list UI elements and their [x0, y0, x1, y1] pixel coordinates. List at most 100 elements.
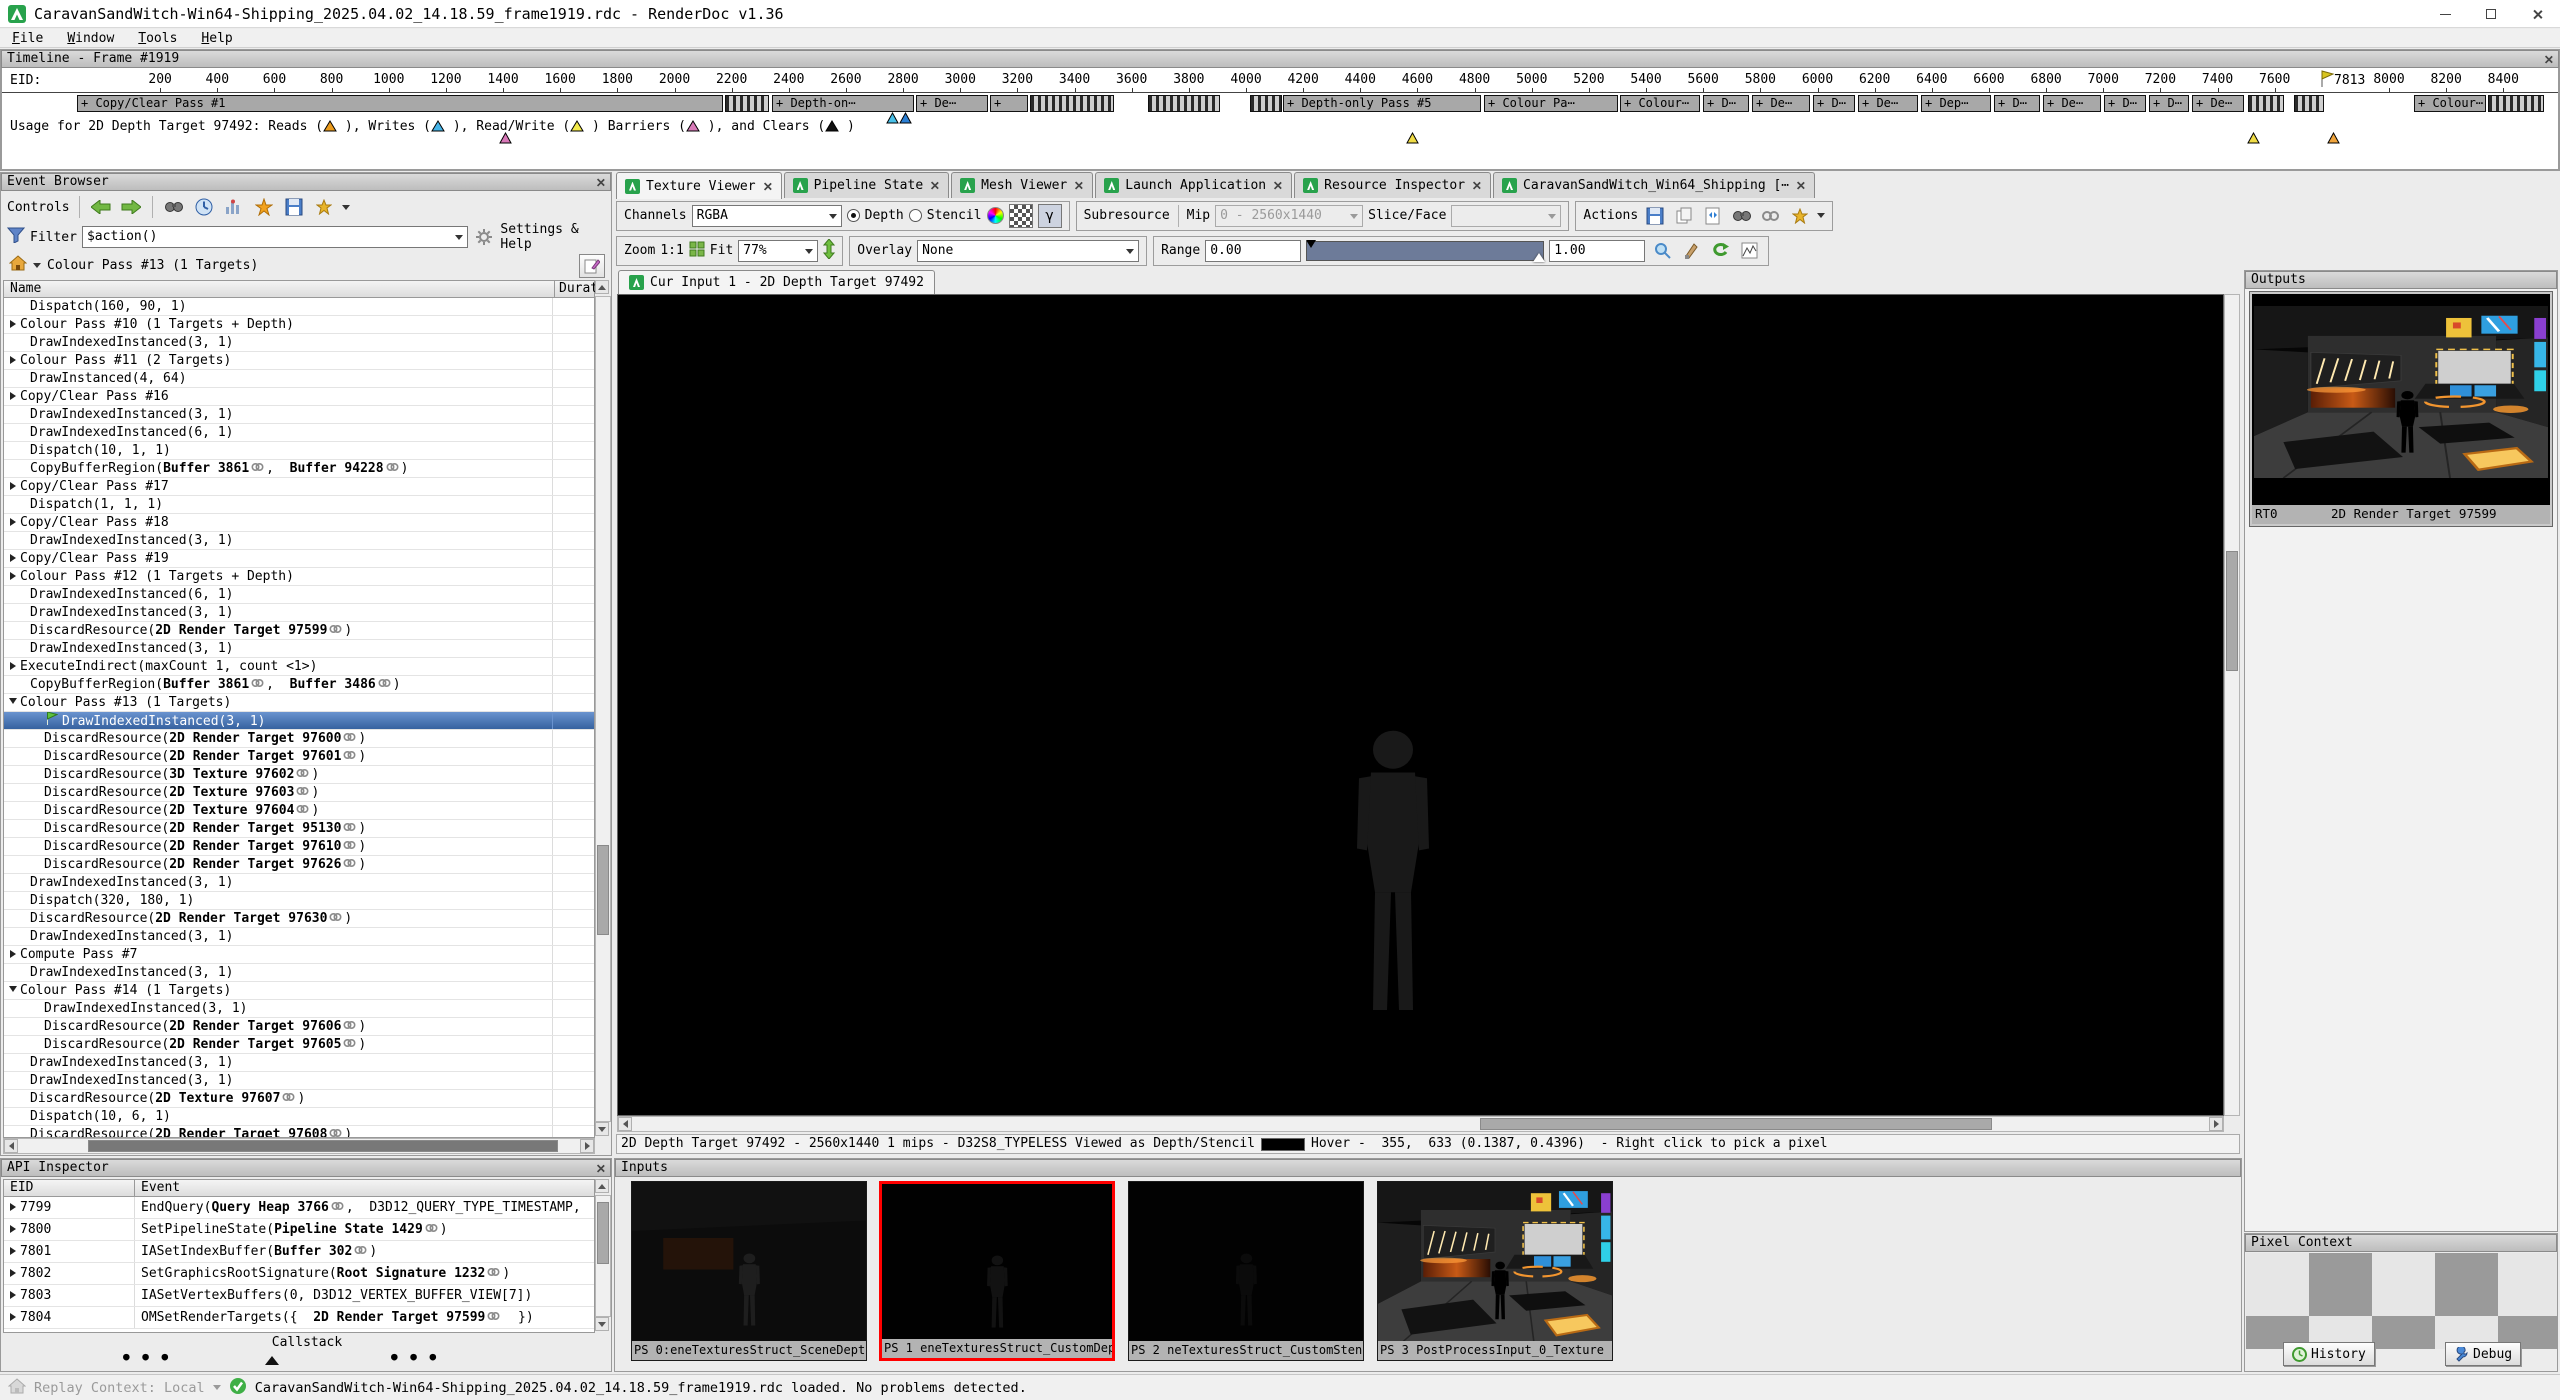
timeline-pass-block[interactable]: + D⋯ — [1813, 95, 1855, 112]
overlay-select[interactable]: None — [917, 240, 1139, 262]
tab-close-icon[interactable] — [762, 181, 771, 190]
event-row[interactable]: DiscardResource(2D Texture 97603) — [4, 784, 594, 802]
breadcrumb[interactable]: Colour Pass #13 (1 Targets) — [47, 258, 258, 273]
timeline-pass-block[interactable]: + D⋯ — [2104, 95, 2146, 112]
home-icon[interactable] — [9, 255, 27, 275]
resource-link[interactable]: 2D Render Target 97630 — [155, 911, 327, 926]
event-row[interactable]: DrawIndexedInstanced(3, 1) — [4, 874, 594, 892]
link-resource-icon[interactable] — [1759, 204, 1783, 228]
settings-help-link[interactable]: Settings & Help — [500, 222, 611, 252]
api-scroll-down-icon[interactable] — [595, 1317, 609, 1331]
timeline-pass-block[interactable]: + Colour⋯ — [2414, 95, 2486, 112]
event-row[interactable]: DrawIndexedInstanced(3, 1) — [4, 532, 594, 550]
close-button[interactable] — [2514, 0, 2560, 28]
event-row[interactable]: DiscardResource(2D Render Target 97605) — [4, 1036, 594, 1054]
zoom-1to1-button[interactable]: 1:1 — [660, 243, 683, 258]
bookmark-button[interactable] — [252, 195, 276, 219]
expand-right-icon[interactable] — [10, 1225, 16, 1233]
timeline-pass-block[interactable]: + — [990, 95, 1028, 112]
timeline-usage-marker[interactable] — [1406, 132, 1419, 144]
timeline-pass-block[interactable]: + Colour⋯ — [1620, 95, 1700, 112]
api-table-header[interactable]: EID Event — [3, 1179, 595, 1197]
event-row[interactable]: DrawIndexedInstanced(3, 1) — [4, 640, 594, 658]
fit-grid-icon[interactable] — [689, 241, 705, 261]
input-thumbnail-customdepth[interactable]: PS 1 eneTexturesStruct_CustomDepthTextur — [879, 1181, 1115, 1361]
menu-file[interactable]: File — [0, 29, 55, 48]
event-row[interactable]: DiscardResource(3D Texture 97602) — [4, 766, 594, 784]
menu-window[interactable]: Window — [55, 29, 126, 48]
expand-down-icon[interactable] — [9, 986, 17, 992]
breadcrumb-chevron-icon[interactable] — [33, 263, 41, 268]
expand-right-icon[interactable] — [10, 662, 16, 670]
timeline-event-stripes[interactable] — [1148, 95, 1220, 112]
resource-link[interactable]: 2D Render Target 97608 — [155, 1127, 327, 1138]
resource-link[interactable]: 2D Texture 97604 — [169, 803, 294, 818]
tab-close-icon[interactable] — [930, 181, 939, 190]
event-row[interactable]: DiscardResource(2D Render Target 97606) — [4, 1018, 594, 1036]
event-row[interactable]: DrawIndexedInstanced(3, 1) — [4, 1000, 594, 1018]
event-row[interactable]: DiscardResource(2D Render Target 97601) — [4, 748, 594, 766]
texture-scroll-right-icon[interactable] — [2209, 1117, 2223, 1131]
timeline-event-stripes[interactable] — [1030, 95, 1114, 112]
copy-texture-button[interactable] — [1672, 204, 1696, 228]
event-row[interactable]: Colour Pass #12 (1 Targets + Depth) — [4, 568, 594, 586]
resource-link[interactable]: Buffer 302 — [274, 1244, 352, 1259]
expand-right-icon[interactable] — [10, 1291, 16, 1299]
event-row[interactable]: DrawIndexedInstanced(6, 1) — [4, 424, 594, 442]
event-row[interactable]: Dispatch(10, 1, 1) — [4, 442, 594, 460]
timeline-event-stripes[interactable] — [725, 95, 769, 112]
scroll-right-icon[interactable] — [580, 1139, 594, 1153]
resource-link[interactable]: Buffer 3861 — [163, 677, 249, 692]
tab-texture-viewer[interactable]: Texture Viewer — [616, 172, 782, 199]
scroll-left-icon[interactable] — [4, 1139, 18, 1153]
splitter-dots[interactable]: ● ● ● — [391, 1350, 439, 1363]
menu-tools[interactable]: Tools — [126, 29, 189, 48]
input-thumbnail-scene[interactable]: PS 3 PostProcessInput_0_Texture — [1377, 1181, 1613, 1361]
event-row[interactable]: Colour Pass #10 (1 Targets + Depth) — [4, 316, 594, 334]
pixel-history-button[interactable]: History — [2283, 1342, 2375, 1366]
resource-link[interactable]: 2D Texture 97607 — [155, 1091, 280, 1106]
save-events-button[interactable] — [282, 195, 306, 219]
tab-resource-inspector[interactable]: Resource Inspector — [1294, 172, 1491, 198]
edit-breadcrumb-button[interactable] — [579, 254, 605, 278]
fit-button[interactable]: Fit — [710, 243, 733, 258]
timeline-pass-block[interactable]: + De⋯ — [1752, 95, 1810, 112]
expand-right-icon[interactable] — [10, 518, 16, 526]
timeline-pass-block[interactable]: + D⋯ — [2149, 95, 2189, 112]
api-call-row[interactable]: 7799EndQuery(Query Heap 3766, D3D12_QUER… — [4, 1197, 594, 1219]
tab-launch-application[interactable]: Launch Application — [1095, 172, 1292, 198]
goto-location-button[interactable] — [1730, 204, 1754, 228]
event-row[interactable]: Dispatch(320, 180, 1) — [4, 892, 594, 910]
event-row[interactable]: Copy/Clear Pass #19 — [4, 550, 594, 568]
texture-subtab[interactable]: Cur Input 1 - 2D Depth Target 97492 — [618, 270, 935, 294]
timeline-pass-block[interactable]: + De⋯ — [1858, 95, 1918, 112]
eid-ruler[interactable]: 2004006008001000120014001600180020002200… — [2, 70, 2558, 92]
tab-close-icon[interactable] — [1074, 181, 1083, 190]
expand-right-icon[interactable] — [10, 1247, 16, 1255]
resource-link[interactable]: 2D Render Target 95130 — [169, 821, 341, 836]
event-row[interactable]: CopyBufferRegion(Buffer 3861, Buffer 348… — [4, 676, 594, 694]
range-max-input[interactable]: 1.00 — [1549, 240, 1645, 262]
event-row[interactable]: DiscardResource(2D Render Target 97630) — [4, 910, 594, 928]
column-name[interactable]: Name — [4, 281, 41, 296]
background-checkerboard-button[interactable] — [1009, 204, 1033, 228]
minimize-button[interactable] — [2422, 0, 2468, 28]
stencil-radio-label[interactable]: Stencil — [927, 208, 982, 223]
expand-right-icon[interactable] — [10, 356, 16, 364]
filter-favorites-icon[interactable] — [312, 195, 336, 219]
event-hscrollbar[interactable] — [3, 1138, 595, 1154]
zoom-select[interactable]: 77% — [738, 240, 818, 262]
favorite-action-icon[interactable] — [1788, 204, 1812, 228]
texture-vscroll-thumb[interactable] — [2226, 551, 2238, 671]
column-eid[interactable]: EID — [4, 1180, 33, 1195]
api-inspector-close-icon[interactable] — [595, 1163, 606, 1174]
statistics-button[interactable] — [222, 195, 246, 219]
output-thumbnail[interactable]: RT0 2D Render Target 97599 — [2250, 292, 2552, 526]
pixel-debug-button[interactable]: Debug — [2445, 1342, 2521, 1366]
save-texture-button[interactable] — [1643, 204, 1667, 228]
tab-caravansandwitch-win64-shipping[interactable]: CaravanSandWitch_Win64_Shipping [⋯ — [1493, 172, 1815, 198]
event-row[interactable]: DrawIndexedInstanced(3, 1) — [4, 928, 594, 946]
event-row[interactable]: DrawIndexedInstanced(3, 1) — [4, 604, 594, 622]
event-row[interactable]: DiscardResource(2D Render Target 95130) — [4, 820, 594, 838]
api-call-row[interactable]: 7800SetPipelineState(Pipeline State 1429… — [4, 1219, 594, 1241]
